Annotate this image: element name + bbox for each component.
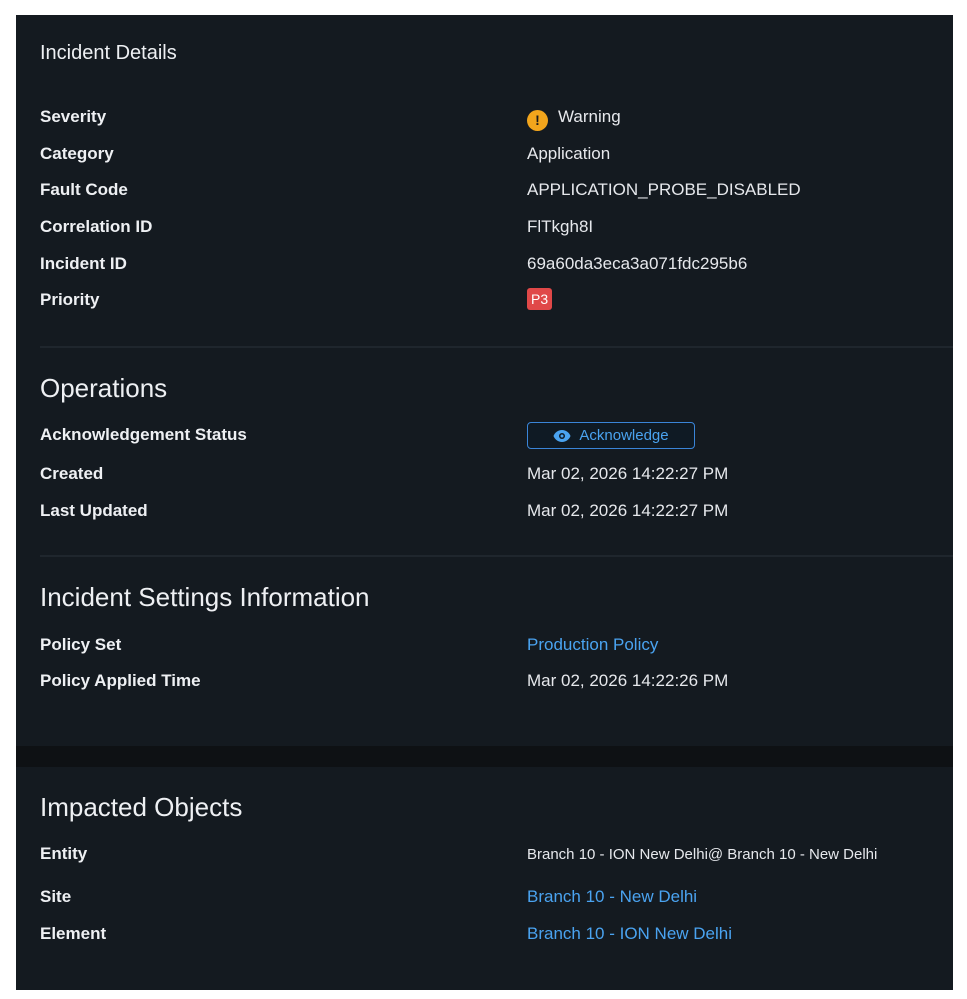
entity-label: Entity	[40, 844, 88, 863]
incident-panel: Incident Details Severity ! Warning Categ…	[16, 15, 953, 990]
correlation-id-value: FlTkgh8I	[527, 217, 594, 236]
severity-text: Warning	[558, 107, 621, 126]
section-divider	[40, 555, 953, 557]
incident-details-title: Incident Details	[40, 42, 177, 64]
policy-applied-value: Mar 02, 2026 14:22:26 PM	[527, 671, 729, 690]
warning-icon: !	[527, 110, 548, 131]
fault-code-value: APPLICATION_PROBE_DISABLED	[527, 180, 801, 199]
priority-value: P3	[527, 288, 553, 310]
impacted-title: Impacted Objects	[40, 792, 243, 822]
acknowledge-button-label: Acknowledge	[579, 427, 669, 444]
site-link[interactable]: Branch 10 - New Delhi	[527, 887, 697, 907]
fault-code-label: Fault Code	[40, 180, 128, 199]
created-label: Created	[40, 464, 104, 483]
created-value: Mar 02, 2026 14:22:27 PM	[527, 464, 729, 483]
last-updated-label: Last Updated	[40, 501, 148, 520]
ack-status-label: Acknowledgement Status	[40, 425, 247, 444]
severity-label: Severity	[40, 107, 107, 126]
severity-value: ! Warning	[527, 107, 621, 131]
last-updated-value: Mar 02, 2026 14:22:27 PM	[527, 501, 729, 520]
incident-id-value: 69a60da3eca3a071fdc295b6	[527, 254, 748, 273]
element-label: Element	[40, 924, 107, 943]
incident-id-label: Incident ID	[40, 254, 127, 273]
site-label: Site	[40, 887, 72, 906]
acknowledge-button[interactable]: Acknowledge	[527, 422, 695, 449]
operations-title: Operations	[40, 373, 168, 403]
eye-icon	[553, 429, 571, 442]
section-divider	[40, 346, 953, 348]
priority-badge: P3	[527, 288, 553, 310]
category-label: Category	[40, 144, 114, 163]
element-link[interactable]: Branch 10 - ION New Delhi	[527, 924, 732, 944]
settings-title: Incident Settings Information	[40, 582, 370, 612]
policy-applied-label: Policy Applied Time	[40, 671, 201, 690]
impacted-objects-card: Impacted Objects Entity Branch 10 - ION …	[16, 767, 953, 990]
priority-label: Priority	[40, 290, 100, 309]
policy-set-link[interactable]: Production Policy	[527, 635, 658, 655]
category-value: Application	[527, 144, 611, 163]
correlation-id-label: Correlation ID	[40, 217, 153, 236]
entity-value: Branch 10 - ION New Delhi@ Branch 10 - N…	[527, 846, 878, 863]
policy-set-label: Policy Set	[40, 635, 122, 654]
incident-card: Incident Details Severity ! Warning Categ…	[16, 15, 953, 746]
